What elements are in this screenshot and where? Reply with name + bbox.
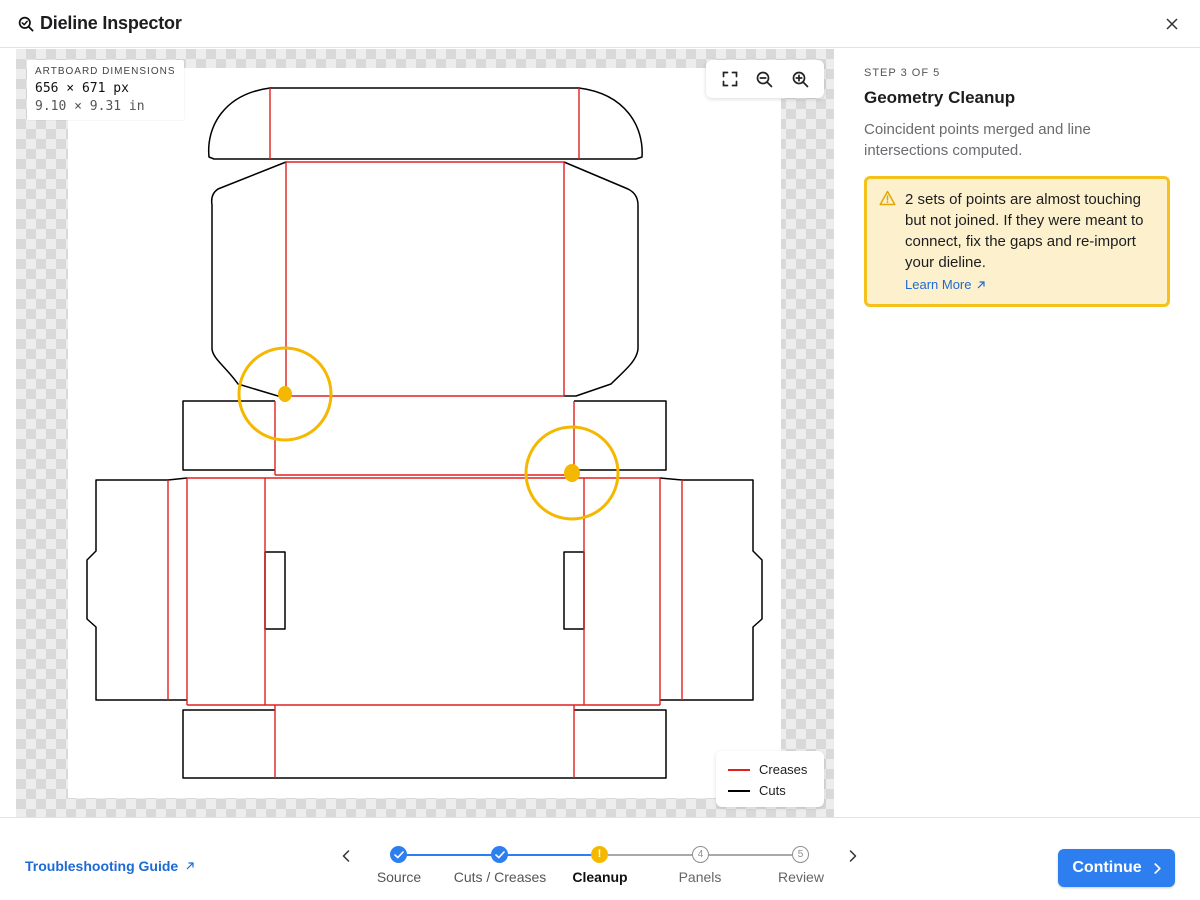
step-cleanup-indicator[interactable]: ! [591,846,608,863]
continue-button[interactable]: Continue [1058,849,1175,887]
footer: Troubleshooting Guide Source Cuts / Crea… [0,817,1200,900]
cut-slot [563,551,585,630]
check-icon [393,850,404,858]
step-description: Coincident points merged and line inters… [864,121,1091,159]
cut-line [210,161,287,397]
cut-line [574,400,667,471]
zoom-out-icon[interactable] [751,65,779,93]
step-source-indicator[interactable] [390,846,407,863]
cut-line [86,477,188,701]
chevron-right-icon [849,850,857,862]
dieline-canvas[interactable]: ARTBOARD DIMENSIONS 656 × 671 px 9.10 × … [16,49,834,817]
dimensions-inches: 9.10 × 9.31 in [35,99,145,114]
cut-line [182,709,667,779]
cut-line [563,161,639,397]
cut-line [182,400,275,471]
legend-item-creases: Creases [728,759,812,780]
step-counter: STEP 3 OF 5 [864,67,941,79]
warning-text: 2 sets of points are almost touching but… [905,191,1144,271]
fit-to-screen-icon[interactable] [716,65,744,93]
exclamation-icon: ! [597,848,602,860]
zoom-toolbar [706,60,824,98]
step-panels-indicator[interactable]: 4 [692,846,709,863]
legend-label: Creases [759,762,808,777]
legend-swatch [728,768,750,771]
step-label-review[interactable]: Review [741,869,861,885]
external-link-icon [186,862,194,870]
legend-item-cuts: Cuts [728,780,812,801]
cut-slot [264,551,286,630]
continue-label: Continue [1072,859,1142,876]
troubleshooting-label: Troubleshooting Guide [25,858,179,874]
step-cuts-creases-indicator[interactable] [491,846,508,863]
step-number: 4 [697,849,704,860]
page-title: Dieline Inspector [40,13,182,33]
cut-line [659,477,763,701]
step-panel: STEP 3 OF 5 Geometry Cleanup Coincident … [834,49,1200,817]
gap-marker-dot [278,386,292,402]
dimensions-pixels: 656 × 671 px [35,81,129,96]
next-step-button[interactable] [843,846,863,866]
search-check-icon [18,16,34,32]
zoom-in-icon[interactable] [786,65,814,93]
step-review-indicator[interactable]: 5 [792,846,809,863]
prev-step-button[interactable] [336,846,356,866]
learn-more-link[interactable]: Learn More [905,277,986,292]
step-heading: Geometry Cleanup [864,88,1016,107]
check-icon [494,850,505,858]
legend-swatch [728,789,750,792]
warning-icon [879,190,897,294]
warning-callout: 2 sets of points are almost touching but… [864,176,1170,307]
legend-label: Cuts [759,783,786,798]
header: Dieline Inspector [0,0,1200,48]
gap-marker-dot [564,464,580,482]
legend: Creases Cuts [716,751,824,807]
dimensions-label: ARTBOARD DIMENSIONS [35,66,176,77]
step-number: 5 [797,849,804,860]
close-icon[interactable] [1162,14,1182,34]
learn-more-label: Learn More [905,277,972,292]
dieline-drawing [86,87,763,779]
cut-line [207,87,643,160]
troubleshooting-guide-link[interactable]: Troubleshooting Guide [25,858,194,874]
artboard-dimensions: ARTBOARD DIMENSIONS 656 × 671 px 9.10 × … [27,60,184,120]
chevron-left-icon [342,850,350,862]
chevron-right-icon [1154,862,1161,874]
external-link-icon [978,280,986,288]
